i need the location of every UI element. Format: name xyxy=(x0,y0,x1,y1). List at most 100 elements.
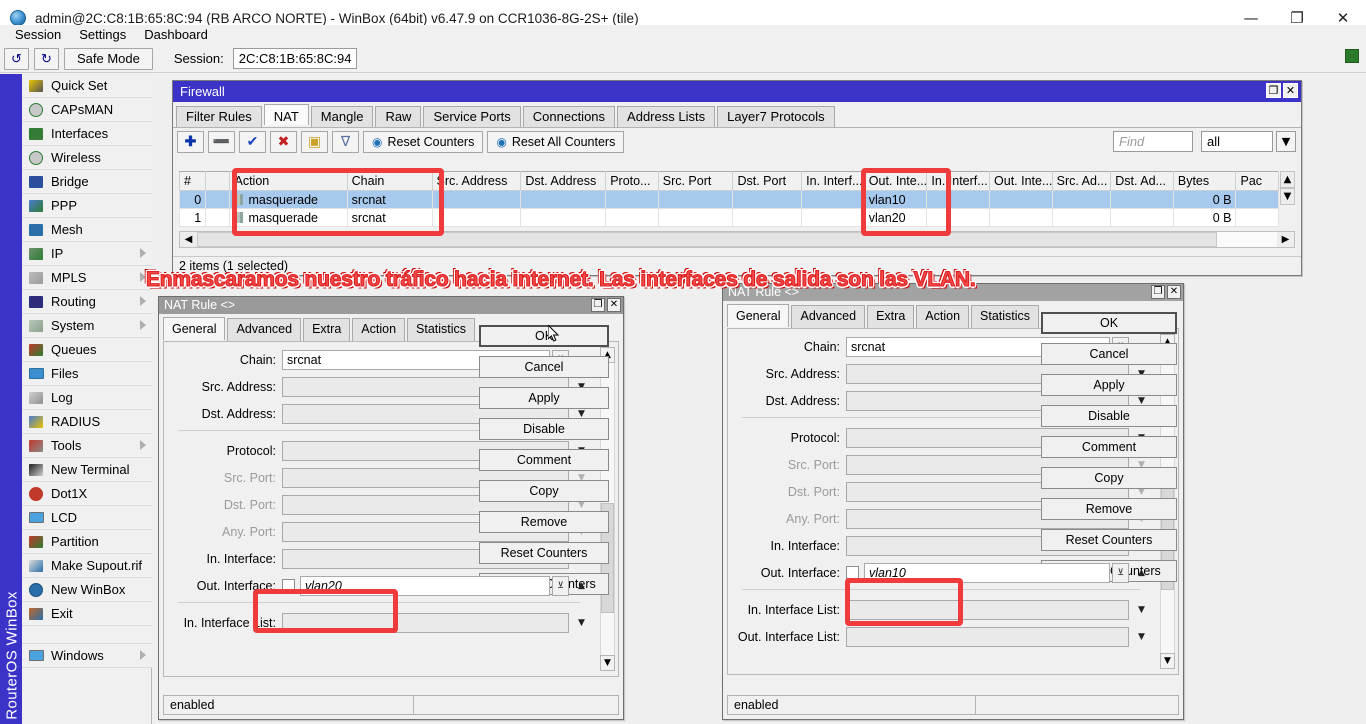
out-interface-dropdown-icon[interactable]: ⊻ xyxy=(552,576,569,596)
dialog-window-controls[interactable]: ❐ ✕ xyxy=(591,298,621,312)
tab-nat[interactable]: NAT xyxy=(264,104,309,125)
out-interface-collapse-icon[interactable]: ▲ xyxy=(573,576,590,596)
sidebar-item-mesh[interactable]: Mesh xyxy=(22,218,152,242)
chevron-down-icon[interactable]: ▼ xyxy=(573,613,590,633)
in-interface-list-input[interactable] xyxy=(282,613,569,633)
sidebar-item-new-terminal[interactable]: New Terminal xyxy=(22,458,152,482)
ok-button[interactable]: OK xyxy=(479,325,609,347)
out-interface-input[interactable]: vlan10 xyxy=(864,563,1110,583)
tab-layer7-protocols[interactable]: Layer7 Protocols xyxy=(717,106,835,127)
copy-button[interactable]: Copy xyxy=(1041,467,1177,489)
reset-counters-button[interactable]: ◉ Reset Counters xyxy=(363,131,483,153)
restore-icon[interactable]: ❐ xyxy=(591,298,605,312)
reset-all-counters-button[interactable]: ◉ Reset All Counters xyxy=(487,131,624,153)
search-input[interactable]: Find xyxy=(1113,131,1193,152)
sidebar-item-radius[interactable]: RADIUS xyxy=(22,410,152,434)
sidebar-item-tools[interactable]: Tools xyxy=(22,434,152,458)
menu-item-dashboard[interactable]: Dashboard xyxy=(135,25,217,44)
undo-icon[interactable]: ↺ xyxy=(4,48,29,70)
scroll-track[interactable] xyxy=(197,232,1277,247)
table-horizontal-scrollbar[interactable]: ◀ ▶ xyxy=(179,231,1295,248)
sidebar-item-files[interactable]: Files xyxy=(22,362,152,386)
chevron-down-icon[interactable]: ▼ xyxy=(1133,627,1150,647)
comment-button[interactable]: ▣ xyxy=(301,131,328,153)
sidebar-item-dot1x[interactable]: Dot1X xyxy=(22,482,152,506)
scroll-down-icon[interactable]: ▼ xyxy=(600,655,615,671)
tab-filter-rules[interactable]: Filter Rules xyxy=(176,106,262,127)
column-header[interactable]: Src. Address xyxy=(432,172,521,191)
ok-button[interactable]: OK xyxy=(1041,312,1177,334)
tab-advanced[interactable]: Advanced xyxy=(227,318,301,341)
in-interface-list-input[interactable] xyxy=(846,600,1129,620)
out-interface-negate-checkbox[interactable] xyxy=(846,566,859,579)
scroll-left-icon[interactable]: ◀ xyxy=(180,232,197,247)
scroll-up-icon[interactable]: ▲ xyxy=(1280,171,1295,188)
remove-button[interactable]: ➖ xyxy=(208,131,235,153)
scroll-down-icon[interactable]: ▼ xyxy=(1160,653,1175,669)
out-interface-negate-checkbox[interactable] xyxy=(282,579,295,592)
safe-mode-button[interactable]: Safe Mode xyxy=(64,48,153,70)
tab-raw[interactable]: Raw xyxy=(375,106,421,127)
table-row[interactable]: 1masqueradesrcnatvlan200 B xyxy=(180,209,1279,227)
tab-mangle[interactable]: Mangle xyxy=(311,106,374,127)
restore-icon[interactable]: ❐ xyxy=(1266,83,1281,98)
redo-icon[interactable]: ↻ xyxy=(34,48,59,70)
disable-button[interactable]: ✖ xyxy=(270,131,297,153)
column-header[interactable]: In. Interf... xyxy=(927,172,990,191)
tab-connections[interactable]: Connections xyxy=(523,106,615,127)
sidebar-item-log[interactable]: Log xyxy=(22,386,152,410)
sidebar-item-mpls[interactable]: MPLS xyxy=(22,266,152,290)
column-header[interactable]: Proto... xyxy=(606,172,659,191)
out-interface-list-input[interactable] xyxy=(846,627,1129,647)
tab-statistics[interactable]: Statistics xyxy=(407,318,475,341)
tab-address-lists[interactable]: Address Lists xyxy=(617,106,715,127)
comment-button[interactable]: Comment xyxy=(1041,436,1177,458)
tab-general[interactable]: General xyxy=(163,317,225,340)
tab-extra[interactable]: Extra xyxy=(303,318,350,341)
out-interface-dropdown-icon[interactable]: ⊻ xyxy=(1112,563,1129,583)
out-interface-collapse-icon[interactable]: ▲ xyxy=(1133,563,1150,583)
session-value[interactable]: 2C:C8:1B:65:8C:94 xyxy=(233,48,358,69)
chevron-down-icon[interactable]: ▼ xyxy=(1133,600,1150,620)
reset-counters-button[interactable]: Reset Counters xyxy=(479,542,609,564)
sidebar-item-routing[interactable]: Routing xyxy=(22,290,152,314)
column-header[interactable]: Dst. Ad... xyxy=(1111,172,1174,191)
sidebar-item-ppp[interactable]: PPP xyxy=(22,194,152,218)
column-header[interactable]: # xyxy=(180,172,206,191)
column-header[interactable]: Dst. Address xyxy=(521,172,606,191)
tab-action[interactable]: Action xyxy=(352,318,405,341)
sidebar-item-queues[interactable]: Queues xyxy=(22,338,152,362)
tab-service-ports[interactable]: Service Ports xyxy=(423,106,520,127)
sidebar-item-make-supout-rif[interactable]: Make Supout.rif xyxy=(22,554,152,578)
sidebar-item-lcd[interactable]: LCD xyxy=(22,506,152,530)
sidebar-item-ip[interactable]: IP xyxy=(22,242,152,266)
enable-button[interactable]: ✔ xyxy=(239,131,266,153)
column-header[interactable]: Dst. Port xyxy=(733,172,802,191)
column-header[interactable]: Src. Ad... xyxy=(1052,172,1111,191)
tab-action[interactable]: Action xyxy=(916,305,969,328)
column-header[interactable]: Out. Inte... xyxy=(990,172,1053,191)
sidebar-item-windows[interactable]: Windows xyxy=(22,644,152,668)
cancel-button[interactable]: Cancel xyxy=(479,356,609,378)
close-icon[interactable]: ✕ xyxy=(1283,83,1298,98)
column-header[interactable]: Pac xyxy=(1236,172,1279,191)
tab-advanced[interactable]: Advanced xyxy=(791,305,865,328)
column-header[interactable]: In. Interf... xyxy=(802,172,865,191)
column-header[interactable] xyxy=(206,172,230,191)
table-row[interactable]: 0masqueradesrcnatvlan100 B xyxy=(180,191,1279,209)
menu-item-settings[interactable]: Settings xyxy=(70,25,135,44)
out-interface-input[interactable]: vlan20 xyxy=(300,576,550,596)
column-header[interactable]: Chain xyxy=(347,172,432,191)
sidebar-item-bridge[interactable]: Bridge xyxy=(22,170,152,194)
apply-button[interactable]: Apply xyxy=(1041,374,1177,396)
sidebar-item-interfaces[interactable]: Interfaces xyxy=(22,122,152,146)
add-button[interactable]: ✚ xyxy=(177,131,204,153)
sidebar-item-partition[interactable]: Partition xyxy=(22,530,152,554)
sidebar-item-system[interactable]: System xyxy=(22,314,152,338)
column-header[interactable]: Out. Inte... xyxy=(864,172,927,191)
filter-select[interactable]: all xyxy=(1201,131,1273,152)
copy-button[interactable]: Copy xyxy=(479,480,609,502)
sidebar-item-exit[interactable]: Exit xyxy=(22,602,152,626)
sidebar-item-new-winbox[interactable]: New WinBox xyxy=(22,578,152,602)
filter-button[interactable]: ∇ xyxy=(332,131,359,153)
